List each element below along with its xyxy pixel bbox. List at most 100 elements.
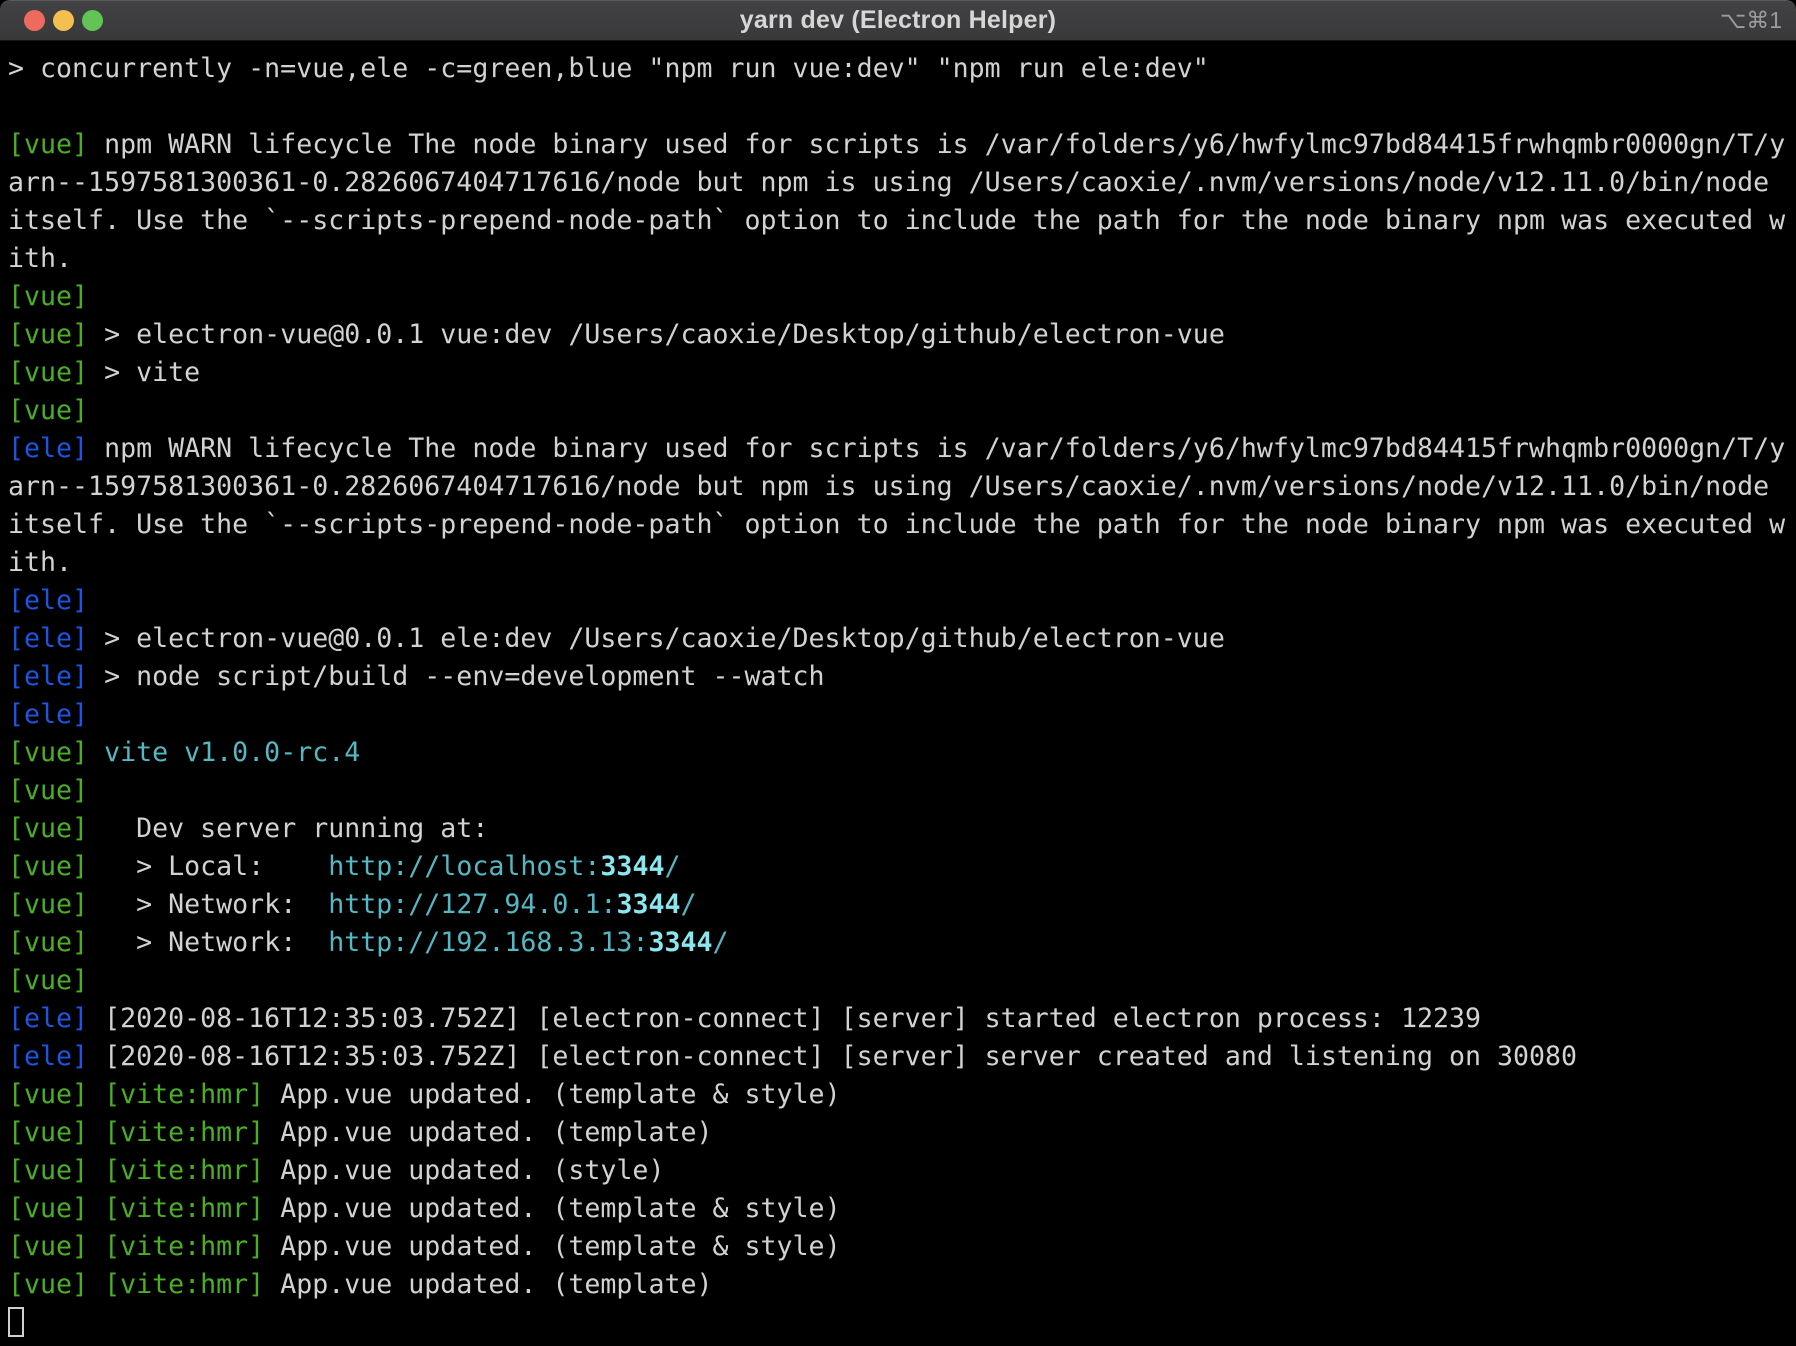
terminal-text-segment: [88, 1269, 104, 1300]
terminal-text-segment: [88, 1231, 104, 1262]
terminal-row: [ele] > node script/build --env=developm…: [8, 658, 1788, 696]
terminal-row: [vue] > Network: http://127.94.0.1:3344/: [8, 886, 1788, 924]
terminal-row: [vue] > Local: http://localhost:3344/: [8, 848, 1788, 886]
terminal-text-segment: > electron-vue@0.0.1 vue:dev /Users/caox…: [88, 319, 1225, 350]
terminal-text-segment: > vite: [88, 357, 200, 388]
terminal-text-segment: [2020-08-16T12:35:03.752Z] [electron-con…: [88, 1003, 1481, 1034]
terminal-text-segment: itself. Use the `--scripts-prepend-node-…: [8, 509, 1785, 540]
terminal-text-segment: ith.: [8, 243, 72, 274]
terminal-text-segment: [vite:hmr]: [104, 1193, 264, 1224]
terminal-text-segment: 3344: [648, 927, 712, 958]
terminal-row: [vue] Dev server running at:: [8, 810, 1788, 848]
terminal-text-segment: App.vue updated. (template & style): [264, 1231, 840, 1262]
terminal-text-segment: [vue]: [8, 281, 88, 312]
terminal-text-segment: itself. Use the `--scripts-prepend-node-…: [8, 205, 1785, 236]
terminal-row: [8, 1304, 1788, 1342]
terminal-text-segment: 3344: [616, 889, 680, 920]
terminal-text-segment: [88, 1193, 104, 1224]
terminal-text-segment: [ele]: [8, 1041, 88, 1072]
window-controls: [0, 10, 103, 31]
terminal-row: [vue]: [8, 278, 1788, 316]
terminal-text-segment: > Network:: [88, 889, 328, 920]
terminal-text-segment: [vue]: [8, 357, 88, 388]
terminal-text-segment: App.vue updated. (template): [264, 1269, 712, 1300]
terminal-text-segment: vite v1.0.0-rc.4: [104, 737, 360, 768]
terminal-row: [vue]: [8, 772, 1788, 810]
terminal-row: [vue] [vite:hmr] App.vue updated. (templ…: [8, 1266, 1788, 1304]
terminal-row: [8, 88, 1788, 126]
terminal-row: [vue]: [8, 392, 1788, 430]
terminal-row: [ele] npm WARN lifecycle The node binary…: [8, 430, 1788, 468]
terminal-text-segment: arn--1597581300361-0.2826067404717616/no…: [8, 471, 1769, 502]
terminal-text-segment: 3344: [600, 851, 664, 882]
terminal-output[interactable]: > concurrently -n=vue,ele -c=green,blue …: [0, 41, 1796, 1342]
terminal-text-segment: [vite:hmr]: [104, 1155, 264, 1186]
terminal-text-segment: http://127.94.0.1:: [328, 889, 616, 920]
terminal-text-segment: [88, 737, 104, 768]
terminal-row: [ele]: [8, 696, 1788, 734]
terminal-text-segment: arn--1597581300361-0.2826067404717616/no…: [8, 167, 1769, 198]
terminal-row: arn--1597581300361-0.2826067404717616/no…: [8, 164, 1788, 202]
terminal-row: [vue] [vite:hmr] App.vue updated. (templ…: [8, 1228, 1788, 1266]
terminal-text-segment: http://localhost:: [328, 851, 600, 882]
terminal-text-segment: [vue]: [8, 1231, 88, 1262]
terminal-row: ith.: [8, 544, 1788, 582]
terminal-row: [ele]: [8, 582, 1788, 620]
terminal-text-segment: npm WARN lifecycle The node binary used …: [88, 129, 1785, 160]
terminal-text-segment: [2020-08-16T12:35:03.752Z] [electron-con…: [88, 1041, 1577, 1072]
zoom-button[interactable]: [82, 10, 103, 31]
terminal-text-segment: npm WARN lifecycle The node binary used …: [88, 433, 1785, 464]
terminal-row: [vue] [vite:hmr] App.vue updated. (templ…: [8, 1076, 1788, 1114]
terminal-text-segment: [vue]: [8, 775, 88, 806]
terminal-row: [ele] [2020-08-16T12:35:03.752Z] [electr…: [8, 1038, 1788, 1076]
terminal-row: [vue] > Network: http://192.168.3.13:334…: [8, 924, 1788, 962]
terminal-row: [vue]: [8, 962, 1788, 1000]
terminal-text-segment: [88, 1079, 104, 1110]
terminal-text-segment: App.vue updated. (template & style): [264, 1079, 840, 1110]
terminal-text-segment: [vue]: [8, 813, 88, 844]
terminal-text-segment: /: [713, 927, 729, 958]
terminal-text-segment: [ele]: [8, 661, 88, 692]
terminal-text-segment: [vue]: [8, 1117, 88, 1148]
terminal-text-segment: [ele]: [8, 623, 88, 654]
terminal-text-segment: [88, 1117, 104, 1148]
minimize-button[interactable]: [53, 10, 74, 31]
terminal-text-segment: [ele]: [8, 433, 88, 464]
terminal-text-segment: [vue]: [8, 889, 88, 920]
terminal-row: [ele] > electron-vue@0.0.1 ele:dev /User…: [8, 620, 1788, 658]
window-title: yarn dev (Electron Helper): [0, 6, 1796, 35]
terminal-text-segment: > node script/build --env=development --…: [88, 661, 825, 692]
terminal-text-segment: http://192.168.3.13:: [328, 927, 648, 958]
terminal-text-segment: [vue]: [8, 737, 88, 768]
terminal-text-segment: [vue]: [8, 1193, 88, 1224]
terminal-text-segment: > Network:: [88, 927, 328, 958]
terminal-row: [vue] [vite:hmr] App.vue updated. (templ…: [8, 1114, 1788, 1152]
terminal-text-segment: > Local:: [88, 851, 328, 882]
terminal-row: > concurrently -n=vue,ele -c=green,blue …: [8, 50, 1788, 88]
window-shortcut-hint: ⌥⌘1: [1720, 7, 1796, 34]
terminal-text-segment: [88, 1155, 104, 1186]
terminal-text-segment: ith.: [8, 547, 72, 578]
terminal-row: [vue] vite v1.0.0-rc.4: [8, 734, 1788, 772]
terminal-text-segment: [vue]: [8, 1079, 88, 1110]
terminal-row: itself. Use the `--scripts-prepend-node-…: [8, 202, 1788, 240]
terminal-row: arn--1597581300361-0.2826067404717616/no…: [8, 468, 1788, 506]
terminal-text-segment: [vue]: [8, 1269, 88, 1300]
terminal-text-segment: /: [664, 851, 680, 882]
terminal-text-segment: [ele]: [8, 585, 88, 616]
close-button[interactable]: [24, 10, 45, 31]
terminal-text-segment: App.vue updated. (template): [264, 1117, 712, 1148]
terminal-cursor: [8, 1307, 24, 1337]
terminal-text-segment: > electron-vue@0.0.1 ele:dev /Users/caox…: [88, 623, 1225, 654]
terminal-text-segment: [vite:hmr]: [104, 1269, 264, 1300]
terminal-text-segment: [vue]: [8, 851, 88, 882]
terminal-text-segment: App.vue updated. (template & style): [264, 1193, 840, 1224]
terminal-text-segment: /: [680, 889, 696, 920]
terminal-row: [vue] [vite:hmr] App.vue updated. (templ…: [8, 1190, 1788, 1228]
terminal-row: [vue] npm WARN lifecycle The node binary…: [8, 126, 1788, 164]
terminal-row: [vue] > vite: [8, 354, 1788, 392]
titlebar[interactable]: yarn dev (Electron Helper) ⌥⌘1: [0, 0, 1796, 41]
terminal-text-segment: [vue]: [8, 965, 88, 996]
terminal-text-segment: [ele]: [8, 1003, 88, 1034]
terminal-text-segment: [vue]: [8, 319, 88, 350]
